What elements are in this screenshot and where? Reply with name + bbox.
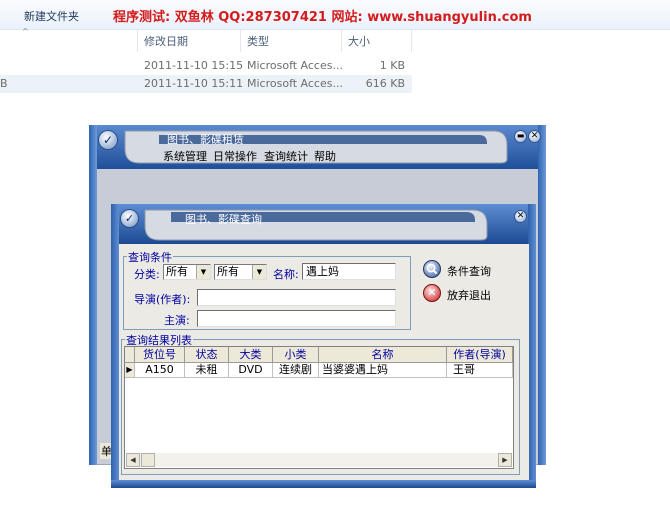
grid-header-minor[interactable]: 小类 [273, 347, 319, 363]
table-cell[interactable]: 连续剧 [273, 363, 319, 378]
criteria-group-title: 查询条件 [127, 249, 173, 265]
category-minor-select[interactable]: 所有 ▼ [214, 264, 267, 280]
exit-button-label: 放弃退出 [447, 289, 491, 302]
scroll-right-icon[interactable]: ▶ [498, 453, 512, 467]
dialog-check-icon: ✓ [120, 209, 139, 228]
new-folder-button[interactable]: 新建文件夹 [24, 8, 79, 24]
file-row[interactable]: 2011-11-10 15:15 Microsoft Acces... 1 KB [0, 57, 412, 75]
horizontal-scrollbar[interactable]: ◀ ▶ [126, 453, 512, 467]
minimize-icon[interactable]: ▬ [514, 130, 527, 143]
close-icon[interactable]: ✕ [528, 130, 541, 143]
app-check-icon: ✓ [98, 130, 118, 150]
table-cell[interactable]: DVD [229, 363, 273, 378]
category-major-value: 所有 [166, 265, 188, 278]
scrollbar-thumb[interactable] [141, 453, 155, 467]
main-window-title: 图书、影碟租赁 [167, 133, 244, 146]
name-input[interactable]: 遇上妈 [302, 263, 396, 280]
column-date-modified[interactable]: 修改日期 [144, 33, 188, 49]
file-type: Microsoft Acces... [247, 77, 343, 90]
menu-help[interactable]: 帮助 [314, 148, 336, 164]
file-name: B [0, 77, 8, 90]
row-selector-icon[interactable]: ▶ [125, 363, 135, 378]
grid-header-status[interactable]: 状态 [185, 347, 229, 363]
table-cell[interactable]: 当婆婆遇上妈 [319, 363, 447, 378]
search-button-label: 条件查询 [447, 265, 491, 278]
file-row[interactable]: B 2011-11-10 15:11 Microsoft Acces... 61… [0, 75, 412, 93]
cancel-icon: ✕ [423, 284, 441, 302]
grid-corner [125, 347, 135, 363]
director-input[interactable] [197, 289, 396, 306]
grid-header-author[interactable]: 作者(导演) [447, 347, 513, 363]
menu-query[interactable]: 查询统计 [264, 148, 308, 164]
scroll-left-icon[interactable]: ◀ [126, 453, 140, 467]
menu-daily[interactable]: 日常操作 [213, 148, 257, 164]
search-button[interactable]: 条件查询 [423, 260, 493, 278]
lead-actor-label: 主演: [164, 314, 190, 327]
file-size: 1 KB [379, 59, 405, 72]
category-major-select[interactable]: 所有 ▼ [163, 264, 211, 280]
director-label: 导演(作者): [134, 293, 191, 306]
file-size: 616 KB [365, 77, 405, 90]
file-date: 2011-11-10 15:11 [144, 77, 244, 90]
lead-actor-input[interactable] [197, 310, 396, 327]
exit-button[interactable]: ✕ 放弃退出 [423, 284, 493, 302]
table-cell[interactable]: A150 [135, 363, 185, 378]
category-label: 分类: [134, 268, 160, 281]
name-input-value: 遇上妈 [306, 265, 339, 278]
explorer-toolbar: 新建文件夹 程序测试: 双鱼林 QQ:287307421 网站: www.shu… [0, 0, 670, 30]
name-label: 名称: [273, 268, 299, 281]
file-date: 2011-11-10 15:15 [144, 59, 244, 72]
search-icon [423, 260, 441, 278]
results-grid[interactable]: 货位号 状态 大类 小类 名称 作者(导演) ▶ A150 未租 DVD 连续剧… [124, 346, 514, 469]
test-banner: 程序测试: 双鱼林 QQ:287307421 网站: www.shuangyul… [113, 10, 532, 25]
chevron-down-icon[interactable]: ▼ [252, 265, 266, 279]
chevron-down-icon[interactable]: ▼ [196, 265, 210, 279]
menu-system[interactable]: 系统管理 [163, 148, 207, 164]
grid-header-location[interactable]: 货位号 [135, 347, 185, 363]
table-cell[interactable]: 王哥 [447, 363, 513, 378]
file-type: Microsoft Acces... [247, 59, 343, 72]
category-minor-value: 所有 [217, 265, 239, 278]
grid-header-major[interactable]: 大类 [229, 347, 273, 363]
table-cell[interactable]: 未租 [185, 363, 229, 378]
grid-header-name[interactable]: 名称 [319, 347, 447, 363]
column-type[interactable]: 类型 [247, 33, 269, 49]
explorer-column-header: 修改日期 类型 大小 [0, 30, 670, 52]
query-dialog-title: 图书、影碟查询 [185, 213, 262, 226]
dialog-close-icon[interactable]: ✕ [514, 210, 527, 223]
column-size[interactable]: 大小 [348, 33, 370, 49]
